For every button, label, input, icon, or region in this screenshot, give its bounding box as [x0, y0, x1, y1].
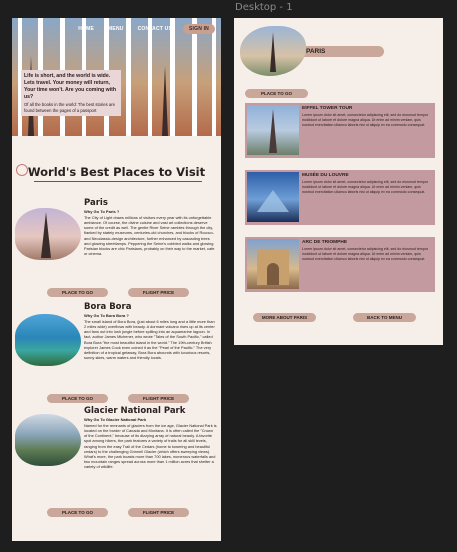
glacier-image — [15, 414, 81, 466]
place-paris: Paris Why Go To Paris ? The City of Ligh… — [12, 198, 221, 297]
home-frame: HOME MENU CONTACT US SIGN IN Life is sho… — [12, 18, 221, 541]
louvre-image — [247, 172, 299, 222]
attraction-title: EIFFEL TOWER TOUR — [302, 106, 353, 111]
place-to-go-button[interactable]: PLACE TO GO — [47, 508, 108, 517]
place-why: Why Go To Glacier National Park — [84, 417, 147, 422]
title-underline — [34, 181, 202, 182]
hero-banner: HOME MENU CONTACT US SIGN IN Life is sho… — [12, 18, 221, 136]
paris-detail-frame: PARIS PLACE TO GO EIFFEL TOWER TOUR Lore… — [234, 18, 443, 345]
attraction-description: Lorem ipsum dolor sit amet, consectetur … — [302, 113, 429, 127]
back-to-menu-button[interactable]: BACK TO MENU — [353, 313, 416, 322]
attraction-card[interactable]: MUSÉE DU LOUVRE Lorem ipsum dolor sit am… — [245, 170, 435, 225]
place-name: Paris — [84, 198, 108, 208]
place-to-go-button[interactable]: PLACE TO GO — [47, 288, 108, 297]
hero-quote-box: Life is short, and the world is wide. Le… — [21, 70, 121, 117]
eiffel-tower-image — [247, 105, 299, 155]
nav-menu-link[interactable]: MENU — [105, 24, 127, 34]
place-description: The City of Light draws millions of visi… — [84, 215, 215, 257]
attraction-title: MUSÉE DU LOUVRE — [302, 173, 349, 178]
paris-image — [15, 208, 81, 260]
attraction-title: ARC DE TRIOMPHE — [302, 240, 348, 245]
attraction-description: Lorem ipsum dolor sit amet, consectetur … — [302, 247, 429, 261]
place-to-go-button[interactable]: PLACE TO GO — [47, 394, 108, 403]
sign-in-button[interactable]: SIGN IN — [182, 24, 215, 34]
attraction-description: Lorem ipsum dolor sit amet, consectetur … — [302, 180, 429, 194]
attraction-card[interactable]: ARC DE TRIOMPHE Lorem ipsum dolor sit am… — [245, 237, 435, 292]
nav-home-link[interactable]: HOME — [75, 24, 97, 34]
place-glacier: Glacier National Park Why Go To Glacier … — [12, 406, 221, 517]
frame-label[interactable]: Desktop - 1 — [235, 2, 293, 13]
place-name: Glacier National Park — [84, 406, 186, 416]
hero-quote: Life is short, and the world is wide. Le… — [24, 73, 117, 101]
attraction-card[interactable]: EIFFEL TOWER TOUR Lorem ipsum dolor sit … — [245, 103, 435, 158]
flight-price-button[interactable]: FLIGHT PRICE — [128, 394, 189, 403]
place-description: Named for the remnants of glaciers from … — [84, 423, 217, 470]
top-nav: HOME MENU CONTACT US SIGN IN — [75, 24, 215, 34]
nav-contact-link[interactable]: CONTACT US — [135, 24, 175, 34]
place-why: Why Go To Paris ? — [84, 209, 120, 214]
page-title: World's Best Places to Visit — [27, 165, 206, 179]
flight-price-button[interactable]: FLIGHT PRICE — [128, 508, 189, 517]
place-name: Bora Bora — [84, 302, 132, 312]
place-to-go-button[interactable]: PLACE TO GO — [245, 89, 308, 98]
design-canvas: Desktop - 1 HOME MENU CONTACT US SIGN IN — [0, 0, 457, 552]
arc-de-triomphe-image — [247, 239, 299, 289]
place-bora-bora: Bora Bora Why Go To Bora Bora ? The smal… — [12, 302, 221, 403]
hero-subquote: Of all the books in the world: The best … — [24, 102, 115, 113]
place-why: Why Go To Bora Bora ? — [84, 313, 129, 318]
more-about-paris-button[interactable]: MORE ABOUT PARIS — [253, 313, 316, 322]
flight-price-button[interactable]: FLIGHT PRICE — [128, 288, 189, 297]
place-description: The small island of Bora Bora, (just abo… — [84, 319, 215, 361]
paris-header-image — [240, 26, 306, 76]
bora-bora-image — [15, 314, 81, 366]
